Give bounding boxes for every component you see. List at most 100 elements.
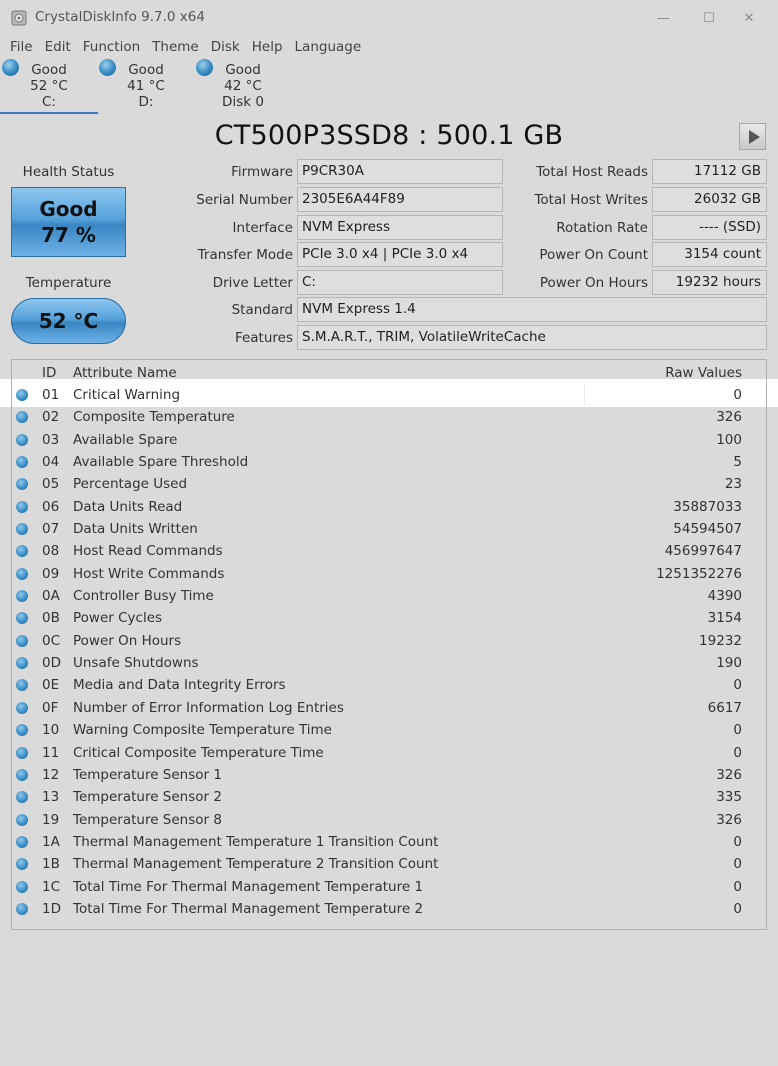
table-row[interactable]: 10 Warning Composite Temperature Time 0: [12, 719, 766, 741]
table-row[interactable]: 13 Temperature Sensor 2 335: [12, 786, 766, 808]
attribute-name: Host Read Commands: [73, 543, 223, 560]
status-good-icon: [16, 634, 28, 647]
disk-tabs: Good 52 °C C: Good 41 °C D: Good 42 °C D…: [0, 58, 778, 114]
table-row[interactable]: 0C Power On Hours 19232: [12, 630, 766, 652]
minimize-button[interactable]: —: [640, 0, 686, 36]
table-row[interactable]: 0B Power Cycles 3154: [12, 607, 766, 629]
table-row[interactable]: 12 Temperature Sensor 1 326: [12, 764, 766, 786]
status-good-icon: [16, 902, 28, 915]
menu-disk[interactable]: Disk: [205, 37, 246, 57]
status-good-icon: [16, 813, 28, 826]
play-icon: [748, 129, 760, 144]
standard-value: NVM Express 1.4: [297, 297, 767, 322]
window-title: CrystalDiskInfo 9.7.0 x64: [35, 9, 205, 25]
temperature-button[interactable]: 52 °C: [11, 298, 126, 344]
table-row[interactable]: 0D Unsafe Shutdowns 190: [12, 652, 766, 674]
attribute-id: 12: [42, 766, 60, 783]
column-header-raw-values[interactable]: Raw Values: [665, 365, 742, 381]
table-row[interactable]: 0A Controller Busy Time 4390: [12, 585, 766, 607]
attribute-id: 01: [42, 387, 60, 403]
attribute-name: Temperature Sensor 2: [73, 789, 222, 806]
table-row[interactable]: 07 Data Units Written 54594507: [12, 518, 766, 540]
table-row[interactable]: 06 Data Units Read 35887033: [12, 496, 766, 518]
table-row[interactable]: 1C Total Time For Thermal Management Temp…: [12, 876, 766, 898]
table-row[interactable]: 1D Total Time For Thermal Management Temp…: [12, 898, 766, 920]
attribute-name: Data Units Read: [73, 498, 183, 515]
attribute-name: Power On Hours: [73, 632, 182, 649]
attribute-name: Total Time For Thermal Management Temper…: [73, 878, 424, 895]
attribute-raw-value: 190: [716, 655, 742, 672]
firmware-label: Firmware: [231, 164, 293, 180]
table-row[interactable]: 0E Media and Data Integrity Errors 0: [12, 674, 766, 696]
disk-tab-disk0[interactable]: Good 42 °C Disk 0: [194, 58, 292, 114]
attribute-id: 1D: [42, 900, 61, 917]
attribute-id: 02: [42, 409, 60, 426]
table-header: ID Attribute Name Raw Values: [12, 360, 766, 384]
menu-function[interactable]: Function: [77, 37, 146, 57]
attribute-raw-value: 54594507: [673, 521, 742, 538]
disk-tab-d[interactable]: Good 41 °C D:: [97, 58, 195, 114]
status-good-icon: [16, 657, 28, 670]
table-row[interactable]: 09 Host Write Commands 1251352276: [12, 563, 766, 585]
attribute-raw-value: 335: [716, 789, 742, 806]
health-percent-value: 77 %: [41, 223, 96, 247]
attribute-id: 10: [42, 722, 60, 739]
table-row[interactable]: 0F Number of Error Information Log Entrie…: [12, 697, 766, 719]
attribute-id: 11: [42, 744, 60, 761]
column-separator: [584, 384, 585, 407]
menu-theme[interactable]: Theme: [146, 37, 205, 57]
table-row[interactable]: 19 Temperature Sensor 8 326: [12, 809, 766, 831]
attribute-name: Thermal Management Temperature 1 Transit…: [73, 833, 439, 850]
attribute-id: 1A: [42, 833, 60, 850]
disk-name: C:: [42, 94, 56, 110]
status-good-icon: [16, 724, 28, 737]
health-status-button[interactable]: Good 77 %: [11, 187, 126, 257]
status-good-icon: [196, 59, 213, 76]
smart-attributes-table[interactable]: ID Attribute Name Raw Values 01 Critical …: [11, 359, 767, 930]
attribute-name: Media and Data Integrity Errors: [73, 677, 286, 694]
attribute-id: 06: [42, 498, 60, 515]
menu-file[interactable]: File: [0, 37, 39, 57]
table-row[interactable]: 11 Critical Composite Temperature Time 0: [12, 742, 766, 764]
attribute-raw-value: 0: [733, 856, 742, 873]
power-on-hours-label: Power On Hours: [539, 275, 648, 291]
next-disk-button[interactable]: [739, 123, 766, 150]
attribute-id: 19: [42, 811, 60, 828]
attribute-raw-value: 19232: [699, 632, 742, 649]
attribute-name: Controller Busy Time: [73, 588, 214, 605]
table-body: 01 Critical Warning 0 02 Composite Temperatu…: [12, 384, 766, 920]
column-header-id[interactable]: ID: [42, 365, 56, 381]
table-row[interactable]: 1A Thermal Management Temperature 1 Trans…: [12, 831, 766, 853]
disk-temp: 52 °C: [30, 78, 68, 94]
disk-temp: 42 °C: [224, 78, 262, 94]
close-button[interactable]: ✕: [726, 0, 772, 36]
menu-help[interactable]: Help: [246, 37, 289, 57]
column-header-attribute-name[interactable]: Attribute Name: [73, 365, 177, 381]
attribute-name: Temperature Sensor 1: [73, 766, 222, 783]
drive-model-title: CT500P3SSD8 : 500.1 GB: [214, 120, 564, 151]
table-row[interactable]: 05 Percentage Used 23: [12, 473, 766, 495]
menu-language[interactable]: Language: [289, 37, 368, 57]
disk-tab-c[interactable]: Good 52 °C C:: [0, 58, 98, 114]
table-row[interactable]: 01 Critical Warning 0: [12, 384, 766, 407]
status-good-icon: [16, 411, 28, 424]
interface-value: NVM Express: [297, 215, 503, 240]
menu-edit[interactable]: Edit: [39, 37, 77, 57]
power-on-hours-value: 19232 hours: [652, 270, 767, 295]
status-good-icon: [16, 612, 28, 625]
attribute-name: Available Spare: [73, 431, 178, 448]
table-row[interactable]: 08 Host Read Commands 456997647: [12, 540, 766, 562]
title-bar[interactable]: CrystalDiskInfo 9.7.0 x64 — ☐ ✕: [0, 0, 778, 36]
table-row[interactable]: 04 Available Spare Threshold 5: [12, 451, 766, 473]
attribute-id: 1B: [42, 856, 60, 873]
table-row[interactable]: 1B Thermal Management Temperature 2 Trans…: [12, 853, 766, 875]
attribute-id: 0B: [42, 610, 60, 627]
status-good-icon: [16, 478, 28, 491]
table-row[interactable]: 03 Available Spare 100: [12, 429, 766, 451]
table-row[interactable]: 02 Composite Temperature 326: [12, 406, 766, 428]
status-good-icon: [16, 791, 28, 804]
attribute-raw-value: 0: [733, 387, 742, 403]
status-good-icon: [16, 523, 28, 536]
attribute-name: Critical Warning: [73, 387, 181, 403]
power-on-count-value: 3154 count: [652, 242, 767, 267]
